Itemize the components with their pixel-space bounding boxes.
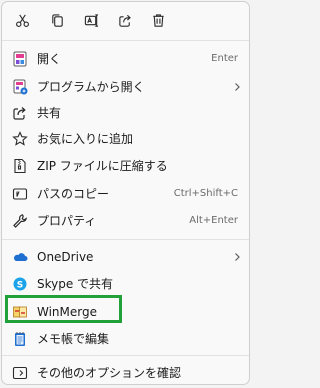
menu-item-label: プログラムから開く <box>37 80 145 94</box>
menu-item-shortcut: Alt+Enter <box>189 215 238 226</box>
rename-icon <box>84 13 98 27</box>
copy-button[interactable] <box>47 10 67 30</box>
menu-item-label: 開く <box>37 52 62 66</box>
menu-item-skype-share[interactable]: S Skype で共有 <box>6 270 246 298</box>
svg-text:S: S <box>17 280 23 290</box>
menu-item-more-options[interactable]: その他のオプションを確認 <box>6 359 246 384</box>
menu-item-share[interactable]: 共有 <box>6 99 246 127</box>
menu-item-copy-path[interactable]: パスのコピー Ctrl+Shift+C <box>6 180 246 208</box>
delete-button[interactable] <box>148 10 168 30</box>
menu-item-add-favorite[interactable]: お気に入りに追加 <box>6 125 246 153</box>
menu-item-label: Skype で共有 <box>37 277 114 291</box>
menu-item-compress-zip[interactable]: ZIP ファイルに圧縮する <box>6 152 246 180</box>
winmerge-icon <box>12 304 28 320</box>
cut-button[interactable] <box>12 10 32 30</box>
menu-item-label: OneDrive <box>37 250 94 264</box>
notepad-icon <box>12 331 28 347</box>
skype-icon: S <box>12 276 28 292</box>
cut-icon <box>15 14 29 27</box>
share-icon <box>118 14 131 27</box>
open-with-icon <box>12 79 28 95</box>
rename-button[interactable] <box>81 10 101 30</box>
menu-item-properties[interactable]: プロパティ Alt+Enter <box>6 207 246 235</box>
context-toolbar <box>2 2 249 40</box>
menu-item-label: メモ帳で編集 <box>37 332 110 346</box>
menu-item-label: WinMerge <box>37 305 97 319</box>
menu-item-onedrive[interactable]: OneDrive <box>6 243 246 271</box>
wrench-icon <box>12 213 28 229</box>
chevron-right-icon <box>235 253 240 261</box>
menu-item-label: その他のオプションを確認 <box>37 366 182 380</box>
copy-path-icon <box>12 186 28 202</box>
menu-item-shortcut: Ctrl+Shift+C <box>173 188 238 199</box>
menu-item-label: 共有 <box>37 106 62 120</box>
separator <box>2 355 249 356</box>
menu-item-label: ZIP ファイルに圧縮する <box>37 159 168 173</box>
menu-item-label: プロパティ <box>37 214 97 228</box>
menu-item-open[interactable]: 開く Enter <box>6 45 246 73</box>
separator <box>2 239 249 240</box>
menu-item-open-with[interactable]: プログラムから開く <box>6 73 246 101</box>
chevron-right-icon <box>235 83 240 91</box>
menu-item-shortcut: Enter <box>211 53 238 64</box>
separator <box>2 40 249 41</box>
more-options-icon <box>12 365 28 381</box>
menu-item-label: パスのコピー <box>37 187 110 201</box>
copy-icon <box>51 13 63 27</box>
menu-item-edit-notepad[interactable]: メモ帳で編集 <box>6 325 246 353</box>
delete-icon <box>152 13 164 27</box>
star-icon <box>12 131 28 147</box>
onedrive-icon <box>12 249 28 265</box>
zip-icon <box>12 158 28 174</box>
menu-item-winmerge[interactable]: WinMerge <box>6 298 246 326</box>
context-menu: 開く Enter プログラムから開く 共有 お気に入りに追加 ZIP ファイルに… <box>1 1 250 385</box>
open-icon <box>12 51 28 67</box>
menu-item-label: お気に入りに追加 <box>37 132 134 146</box>
share-icon <box>12 105 28 121</box>
share-toolbar-button[interactable] <box>115 10 135 30</box>
